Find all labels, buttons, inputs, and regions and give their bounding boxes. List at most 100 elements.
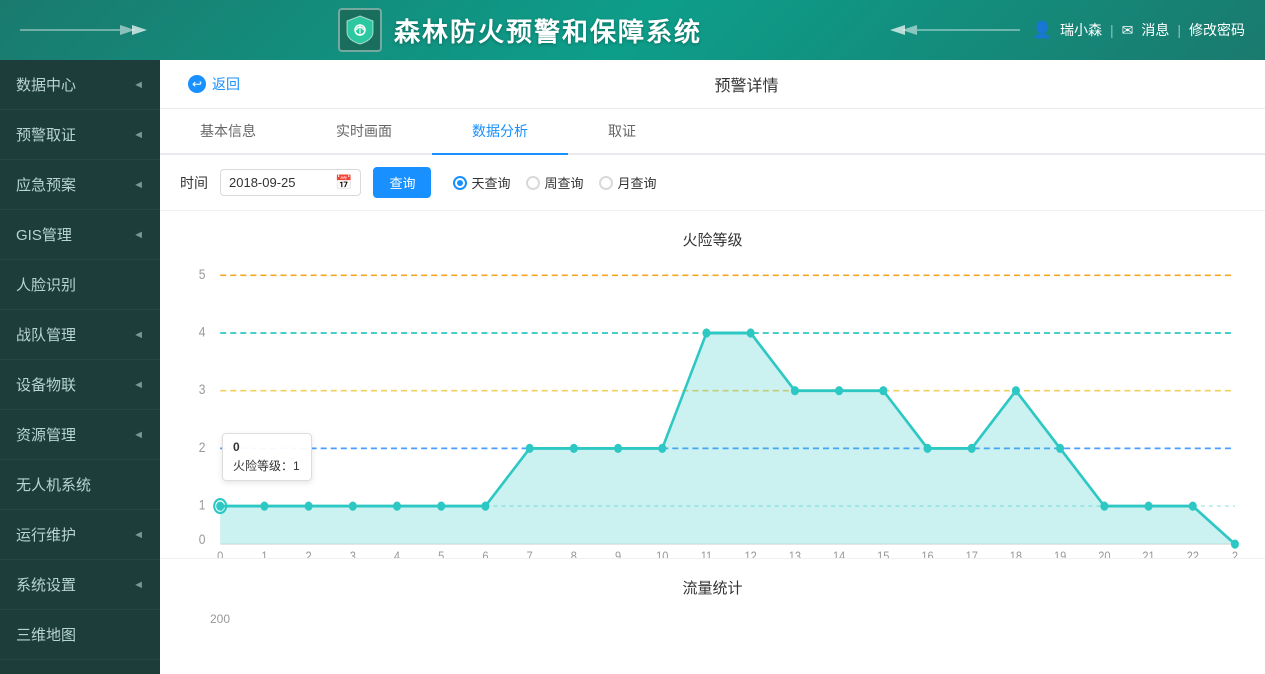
flow-chart-title: 流量统计 (180, 569, 1245, 606)
username[interactable]: 瑞小森 (1060, 20, 1102, 40)
sidebar-item-maintenance[interactable]: 运行维护 ◄ (0, 510, 160, 560)
svg-text:5: 5 (199, 266, 206, 282)
sidebar-item-warning[interactable]: 预警取证 ◄ (0, 110, 160, 160)
svg-text:3: 3 (350, 549, 357, 558)
header-right-decoration (890, 20, 1020, 40)
sidebar-item-team[interactable]: 战队管理 ◄ (0, 310, 160, 360)
svg-text:6: 6 (482, 549, 489, 558)
svg-text:14: 14 (833, 549, 846, 558)
chevron-icon: ◄ (133, 579, 144, 591)
sidebar-item-resource[interactable]: 资源管理 ◄ (0, 410, 160, 460)
chevron-icon: ◄ (133, 229, 144, 241)
header-left-decoration (20, 20, 150, 40)
sidebar-item-emergency[interactable]: 应急预案 ◄ (0, 160, 160, 210)
sidebar-item-device[interactable]: 设备物联 ◄ (0, 360, 160, 410)
radio-week-circle (526, 176, 540, 190)
detail-panel: ↩ 返回 预警详情 基本信息 实时画面 数据分析 取证 时间 📅 查询 (160, 60, 1265, 674)
calendar-icon: 📅 (335, 174, 352, 191)
svg-text:0: 0 (217, 549, 224, 558)
svg-text:13: 13 (789, 549, 802, 558)
svg-text:2: 2 (1232, 549, 1239, 558)
back-arrow-icon: ↩ (188, 75, 206, 93)
svg-text:15: 15 (877, 549, 890, 558)
flow-chart-section: 流量统计 200 (160, 558, 1265, 628)
sidebar-item-facealert[interactable]: 人脸报警 (0, 660, 160, 674)
svg-text:16: 16 (921, 549, 934, 558)
svg-text:19: 19 (1054, 549, 1067, 558)
sidebar-item-face[interactable]: 人脸识别 (0, 260, 160, 310)
query-bar: 时间 📅 查询 天查询 周查询 (160, 155, 1265, 211)
svg-text:3: 3 (199, 381, 206, 397)
back-button[interactable]: ↩ 返回 (180, 70, 248, 98)
detail-header: ↩ 返回 预警详情 (160, 60, 1265, 109)
date-input[interactable] (229, 175, 329, 190)
radio-month-circle (599, 176, 613, 190)
svg-text:7: 7 (527, 549, 534, 558)
svg-text:11: 11 (701, 549, 713, 558)
messages-link[interactable]: 消息 (1141, 20, 1169, 40)
sidebar: 数据中心 ◄ 预警取证 ◄ 应急预案 ◄ GIS管理 ◄ 人脸识别 战队管理 ◄… (0, 60, 160, 674)
svg-text:12: 12 (745, 549, 758, 558)
svg-text:9: 9 (615, 549, 622, 558)
svg-text:10: 10 (656, 549, 669, 558)
radio-day-circle (453, 176, 467, 190)
fire-chart-container: 5 4 3 2 1 0 (180, 258, 1245, 558)
svg-text:2: 2 (306, 549, 313, 558)
svg-text:4: 4 (394, 549, 401, 558)
time-label: 时间 (180, 173, 208, 193)
svg-text:2: 2 (199, 439, 206, 455)
tab-evidence[interactable]: 取证 (568, 109, 676, 155)
svg-text:0: 0 (199, 531, 206, 547)
flow-y-max: 200 (210, 612, 230, 626)
fire-chart-title: 火险等级 (180, 221, 1245, 258)
query-button[interactable]: 查询 (373, 167, 431, 198)
sidebar-item-gis[interactable]: GIS管理 ◄ (0, 210, 160, 260)
radio-day[interactable]: 天查询 (453, 173, 510, 192)
main-content: ↩ 返回 预警详情 基本信息 实时画面 数据分析 取证 时间 📅 查询 (160, 60, 1265, 674)
app-title: 森林防火预警和保障系统 (394, 12, 702, 49)
charts-area: 火险等级 5 4 3 2 1 0 (160, 211, 1265, 674)
sidebar-item-datacenter[interactable]: 数据中心 ◄ (0, 60, 160, 110)
svg-text:4: 4 (199, 324, 206, 340)
fire-chart-svg: 5 4 3 2 1 0 (180, 258, 1245, 558)
header-center: 森林防火预警和保障系统 (338, 8, 702, 52)
chevron-icon: ◄ (133, 129, 144, 141)
svg-text:1: 1 (199, 497, 206, 513)
header-user-area: 👤 瑞小森 | ✉ 消息 | 修改密码 (1032, 20, 1245, 40)
svg-text:21: 21 (1142, 549, 1155, 558)
mail-icon: ✉ (1122, 22, 1134, 39)
chevron-icon: ◄ (133, 79, 144, 91)
tab-data-analysis[interactable]: 数据分析 (432, 109, 568, 155)
radio-month[interactable]: 月查询 (599, 173, 656, 192)
header-right-wrap: 👤 瑞小森 | ✉ 消息 | 修改密码 (890, 20, 1245, 40)
tab-basic-info[interactable]: 基本信息 (160, 109, 296, 155)
svg-text:17: 17 (966, 549, 979, 558)
chevron-icon: ◄ (133, 329, 144, 341)
svg-text:5: 5 (438, 549, 445, 558)
chevron-icon: ◄ (133, 429, 144, 441)
svg-text:8: 8 (571, 549, 578, 558)
tab-bar: 基本信息 实时画面 数据分析 取证 (160, 109, 1265, 155)
tab-realtime[interactable]: 实时画面 (296, 109, 432, 155)
sidebar-item-settings[interactable]: 系统设置 ◄ (0, 560, 160, 610)
date-picker[interactable]: 📅 (220, 169, 361, 196)
sidebar-item-3dmap[interactable]: 三维地图 (0, 610, 160, 660)
svg-text:22: 22 (1187, 549, 1200, 558)
chevron-icon: ◄ (133, 179, 144, 191)
query-type-group: 天查询 周查询 月查询 (453, 173, 656, 192)
app-header: 森林防火预警和保障系统 👤 瑞小森 | ✉ 消息 | 修改密码 (0, 0, 1265, 60)
app-logo (338, 8, 382, 52)
user-icon: 👤 (1032, 20, 1052, 40)
svg-text:18: 18 (1010, 549, 1023, 558)
svg-text:1: 1 (261, 549, 268, 558)
sidebar-item-drone[interactable]: 无人机系统 (0, 460, 160, 510)
settings-link[interactable]: 修改密码 (1189, 20, 1245, 40)
header-left (20, 20, 150, 40)
radio-week[interactable]: 周查询 (526, 173, 583, 192)
chevron-icon: ◄ (133, 529, 144, 541)
chevron-icon: ◄ (133, 379, 144, 391)
svg-text:20: 20 (1098, 549, 1111, 558)
fire-chart-section: 火险等级 5 4 3 2 1 0 (160, 211, 1265, 558)
detail-title: 预警详情 (248, 72, 1245, 96)
shield-icon (345, 14, 375, 46)
